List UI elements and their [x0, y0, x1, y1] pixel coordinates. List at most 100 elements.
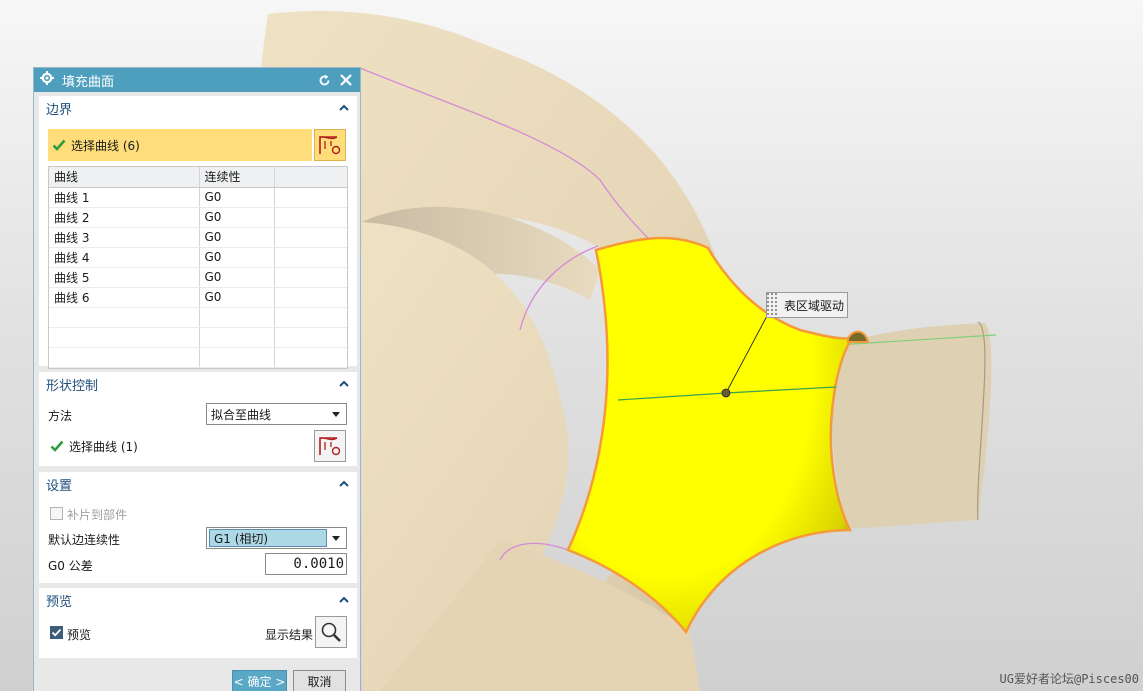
- default-continuity-dropdown[interactable]: G1 (相切): [206, 527, 347, 549]
- cell-continuity[interactable]: G0: [199, 207, 275, 228]
- check-icon: [52, 139, 66, 151]
- curve-continuity-table: 曲线 连续性 曲线 1 G0 曲线 2 G0 曲线 3 G0 曲线 4 G0 曲线 5G…: [48, 166, 348, 369]
- cell-continuity[interactable]: G0: [199, 187, 275, 208]
- drive-method-annotation[interactable]: 表区域驱动: [766, 292, 848, 318]
- select-curve-row[interactable]: 选择曲线 (1): [50, 430, 138, 462]
- curve-select-icon: [319, 136, 341, 155]
- cell-curve: 曲线 3: [49, 227, 200, 248]
- preview-section: 预览 预览 显示结果: [39, 588, 357, 658]
- shape-control-header-label: 形状控制: [46, 378, 99, 394]
- reset-icon[interactable]: [316, 72, 332, 88]
- fill-surface-lip: [847, 330, 870, 343]
- chevron-down-icon[interactable]: [332, 412, 340, 417]
- cell-curve: 曲线 1: [49, 187, 200, 208]
- settings-header-label: 设置: [46, 478, 73, 494]
- collapse-chevron-icon[interactable]: [338, 102, 350, 114]
- cell-continuity: [199, 347, 275, 368]
- cell-extra: [274, 227, 347, 248]
- method-value: 拟合至曲线: [211, 407, 272, 422]
- branch-tube: [832, 323, 992, 528]
- shape-control-header[interactable]: 形状控制: [39, 372, 357, 396]
- cell-continuity[interactable]: G0: [199, 267, 275, 288]
- cell-extra: [274, 187, 347, 208]
- preview-header-label: 预览: [46, 594, 73, 610]
- cell-extra: [274, 347, 347, 368]
- select-curves-row[interactable]: 选择曲线 (6): [48, 129, 312, 161]
- magnifier-icon: [321, 622, 341, 642]
- cell-curve: [49, 327, 200, 348]
- cell-curve: 曲线 4: [49, 247, 200, 268]
- show-result-label: 显示结果: [265, 628, 314, 642]
- close-icon[interactable]: [338, 72, 354, 88]
- column-header-extra: [274, 167, 347, 188]
- cell-curve: 曲线 6: [49, 287, 200, 308]
- dialog-title: 填充曲面: [62, 74, 115, 90]
- curve-select-button[interactable]: [314, 129, 346, 161]
- patch-to-part-label: 补片到部件: [67, 508, 128, 522]
- patch-to-part-checkbox: [50, 507, 63, 520]
- select-curve-label: 选择曲线 (1): [69, 439, 138, 454]
- column-header-curve[interactable]: 曲线: [49, 167, 200, 188]
- curve-select-button-2[interactable]: [314, 430, 346, 462]
- boundary-header[interactable]: 边界: [39, 96, 357, 120]
- table-header-row: 曲线 连续性: [49, 167, 347, 188]
- column-header-continuity[interactable]: 连续性: [199, 167, 275, 188]
- table-row-empty: [49, 327, 347, 348]
- cell-continuity: [199, 307, 275, 328]
- g0-tolerance-input[interactable]: 0.0010: [265, 553, 347, 575]
- dialog-titlebar[interactable]: 填充曲面: [34, 68, 360, 92]
- fill-surface-dialog: 填充曲面 边界 选择曲线 (6) 曲线 连续性 曲线 1 G0 曲线 2 G0 …: [33, 67, 361, 691]
- table-row[interactable]: 曲线 5 G0: [49, 267, 347, 288]
- cell-curve: [49, 347, 200, 368]
- cell-curve: [49, 307, 200, 328]
- settings-gear-icon[interactable]: [40, 71, 54, 89]
- select-curves-label: 选择曲线 (6): [71, 138, 140, 153]
- g0-tolerance-label: G0 公差: [48, 559, 93, 573]
- cell-continuity[interactable]: G0: [199, 287, 275, 308]
- cell-continuity[interactable]: G0: [199, 227, 275, 248]
- cell-extra: [274, 287, 347, 308]
- cell-curve: 曲线 2: [49, 207, 200, 228]
- method-dropdown[interactable]: 拟合至曲线: [206, 403, 347, 425]
- preview-label: 预览: [67, 628, 92, 642]
- cell-extra: [274, 207, 347, 228]
- cell-extra: [274, 327, 347, 348]
- settings-header[interactable]: 设置: [39, 472, 357, 496]
- show-result-button[interactable]: [315, 616, 347, 648]
- curve-select-icon: [319, 437, 341, 456]
- table-row[interactable]: 曲线 2 G0: [49, 207, 347, 228]
- ok-button[interactable]: < 确定 >: [232, 670, 287, 691]
- checkmark-icon: [51, 628, 62, 637]
- annotation-grip-icon[interactable]: [767, 293, 779, 317]
- boundary-header-label: 边界: [46, 102, 73, 118]
- table-row-empty: [49, 347, 347, 368]
- default-continuity-value: G1 (相切): [209, 529, 327, 547]
- watermark: UG爱好者论坛@Pisces00: [999, 672, 1139, 686]
- check-icon: [50, 440, 64, 452]
- cell-extra: [274, 267, 347, 288]
- preview-header[interactable]: 预览: [39, 588, 357, 612]
- drive-point[interactable]: [721, 388, 731, 398]
- cell-curve: 曲线 5: [49, 267, 200, 288]
- cell-continuity[interactable]: G0: [199, 247, 275, 268]
- preview-checkbox[interactable]: [50, 626, 63, 639]
- table-row[interactable]: 曲线 1 G0: [49, 187, 347, 208]
- cancel-button[interactable]: 取消: [293, 670, 346, 691]
- cell-extra: [274, 247, 347, 268]
- boundary-section: 边界 选择曲线 (6) 曲线 连续性 曲线 1 G0 曲线 2 G0 曲线 3 …: [39, 96, 357, 369]
- chevron-down-icon[interactable]: [332, 536, 340, 541]
- method-label: 方法: [48, 409, 73, 423]
- collapse-chevron-icon[interactable]: [338, 378, 350, 390]
- default-continuity-label: 默认边连续性: [48, 533, 121, 547]
- table-row[interactable]: 曲线 4 G0: [49, 247, 347, 268]
- cell-extra: [274, 307, 347, 328]
- collapse-chevron-icon[interactable]: [338, 478, 350, 490]
- table-row-empty: [49, 307, 347, 328]
- cell-continuity: [199, 327, 275, 348]
- annotation-label: 表区域驱动: [784, 298, 845, 313]
- table-row[interactable]: 曲线 6 G0: [49, 287, 347, 308]
- table-row[interactable]: 曲线 3 G0: [49, 227, 347, 248]
- shape-control-section: 形状控制 方法 拟合至曲线 选择曲线 (1): [39, 372, 357, 466]
- settings-section: 设置 补片到部件 默认边连续性 G1 (相切) G0 公差 0.0010: [39, 472, 357, 583]
- collapse-chevron-icon[interactable]: [338, 594, 350, 606]
